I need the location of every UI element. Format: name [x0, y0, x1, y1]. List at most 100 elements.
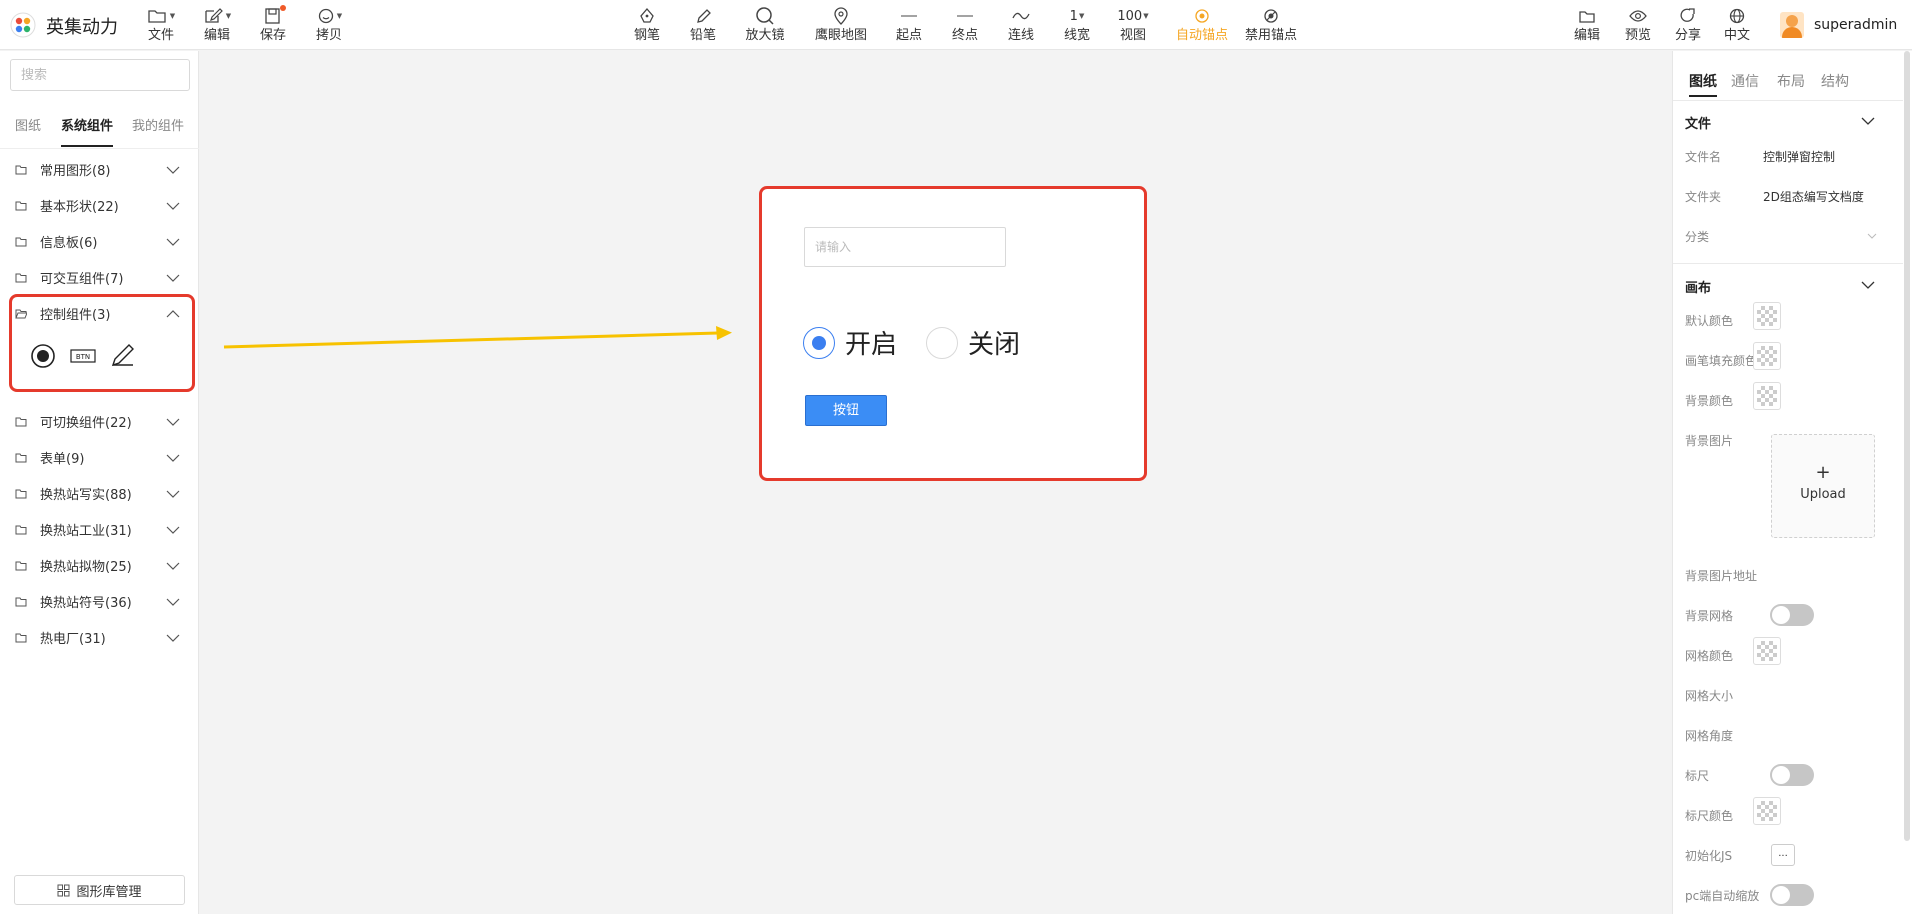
category-station-realistic[interactable]: 换热站写实(88) [0, 479, 199, 509]
tool-line-width[interactable]: 1 ▼ 线宽 [1047, 5, 1107, 44]
radio-off[interactable]: 关闭 [926, 324, 1020, 361]
tab-layout[interactable]: 布局 [1777, 71, 1805, 91]
tool-auto-anchor[interactable]: 自动锚点 [1172, 5, 1232, 44]
category-label: 基本形状(22) [40, 200, 119, 215]
btn-icon-text: BTN [76, 353, 90, 361]
map-pin-icon [834, 7, 848, 25]
tool-label: 视图 [1119, 28, 1146, 43]
tool-view[interactable]: 100 ▼ 视图 [1103, 5, 1163, 44]
ruler-label: 标尺 [1685, 769, 1710, 783]
tab-communication[interactable]: 通信 [1731, 71, 1759, 91]
tool-connect[interactable]: 连线 [991, 5, 1051, 44]
avatar [1780, 12, 1804, 38]
tool-pen[interactable]: 钢笔 [617, 5, 677, 44]
category-select-chevron-icon[interactable] [1867, 233, 1877, 239]
panel-scrollbar[interactable] [1904, 51, 1910, 841]
tool-label: 中文 [1723, 28, 1750, 43]
tab-drawings[interactable]: 图纸 [15, 117, 41, 147]
category-station-skeuomorphic[interactable]: 换热站拟物(25) [0, 551, 199, 581]
edit-mode-icon [1579, 11, 1595, 23]
folder-value[interactable]: 2D组态编写文档度 [1763, 188, 1864, 205]
component-radio[interactable] [28, 343, 58, 369]
category-label: 常用图形(8) [40, 164, 111, 179]
tool-edit[interactable]: ▼ 编辑 [187, 5, 247, 44]
tool-start-point[interactable]: 起点 [879, 5, 939, 44]
library-manage-button[interactable]: 图形库管理 [14, 875, 185, 905]
category-basic-shapes[interactable]: 基本形状(22) [0, 191, 199, 221]
bg-color-swatch[interactable] [1753, 382, 1781, 410]
folder-icon [15, 237, 27, 247]
bg-grid-toggle[interactable] [1770, 604, 1814, 626]
bg-grid-label: 背景网格 [1685, 609, 1734, 623]
category-station-industrial[interactable]: 换热站工业(31) [0, 515, 199, 545]
bg-image-url-label: 背景图片地址 [1685, 569, 1758, 583]
tool-save[interactable]: 保存 [243, 5, 303, 44]
tab-system-components[interactable]: 系统组件 [61, 117, 114, 147]
category-label: 热电厂(31) [40, 632, 106, 647]
tool-disable-anchor[interactable]: 禁用锚点 [1241, 5, 1301, 44]
tab-drawing[interactable]: 图纸 [1689, 71, 1717, 91]
category-interactive[interactable]: 可交互组件(7) [0, 263, 199, 293]
category-switchable[interactable]: 可切换组件(22) [0, 407, 199, 437]
tool-copy[interactable]: ▼ 拷贝 [299, 5, 359, 44]
user-menu[interactable]: superadmin [1780, 12, 1897, 38]
category-label: 信息板(6) [40, 236, 98, 251]
folder-icon [148, 10, 166, 23]
default-color-label: 默认颜色 [1685, 314, 1734, 328]
category-power-plant[interactable]: 热电厂(31) [0, 623, 199, 653]
pc-auto-zoom-label: pc端自动缩放 [1685, 889, 1760, 903]
app-window: 英集动力 ▼ 文件 ▼ 编辑 保存 ▼ 拷贝 钢笔 铅笔 放大镜 鹰眼地图 起点… [0, 0, 1912, 914]
tab-my-components[interactable]: 我的组件 [132, 117, 184, 147]
tool-end-point[interactable]: 终点 [935, 5, 995, 44]
category-common-shapes[interactable]: 常用图形(8) [0, 155, 199, 185]
category-station-symbols[interactable]: 换热站符号(36) [0, 587, 199, 617]
grid-color-swatch[interactable] [1753, 637, 1781, 665]
tool-label: 钢笔 [633, 28, 660, 43]
chevron-down-icon [166, 454, 180, 462]
username: superadmin [1814, 17, 1898, 33]
ruler-toggle[interactable] [1770, 764, 1814, 786]
tool-language[interactable]: 中文 [1707, 5, 1767, 44]
folder-icon [15, 561, 27, 571]
filename-value[interactable]: 控制弹窗控制 [1763, 148, 1835, 165]
canvas-button[interactable]: 按钮 [805, 395, 887, 426]
tool-eagle-map[interactable]: 鹰眼地图 [811, 5, 871, 44]
init-js-button[interactable]: ... [1771, 844, 1795, 866]
pc-auto-zoom-toggle[interactable] [1770, 884, 1814, 906]
tab-structure[interactable]: 结构 [1821, 71, 1849, 91]
tool-label: 拷贝 [315, 28, 342, 43]
pen-fill-color-swatch[interactable] [1753, 342, 1781, 370]
component-pen[interactable] [108, 343, 138, 369]
category-label: 可交互组件(7) [40, 272, 124, 287]
tool-pencil[interactable]: 铅笔 [673, 5, 733, 44]
tool-magnifier[interactable]: 放大镜 [735, 5, 795, 44]
tool-label: 铅笔 [689, 28, 716, 43]
default-color-swatch[interactable] [1753, 302, 1781, 330]
ruler-color-swatch[interactable] [1753, 797, 1781, 825]
btn-icon: BTN [70, 349, 96, 363]
pen-fill-color-label: 画笔填充颜色 [1685, 354, 1758, 368]
app-logo-icon [10, 12, 36, 38]
grid-size-label: 网格大小 [1685, 689, 1734, 703]
component-button[interactable]: BTN [68, 343, 98, 369]
section-file-title[interactable]: 文件 [1685, 113, 1711, 132]
section-canvas-title[interactable]: 画布 [1685, 277, 1711, 296]
chevron-down-icon[interactable] [1861, 281, 1875, 289]
filename-label: 文件名 [1685, 150, 1722, 164]
folder-icon [15, 201, 27, 211]
bg-image-label: 背景图片 [1685, 434, 1734, 448]
tool-file[interactable]: ▼ 文件 [131, 5, 191, 44]
magnifier-icon [756, 7, 774, 25]
category-forms[interactable]: 表单(9) [0, 443, 199, 473]
search-input[interactable] [10, 59, 190, 91]
chevron-down-icon [166, 202, 180, 210]
line-end-icon [957, 15, 973, 17]
canvas-widget-frame[interactable]: 开启 关闭 按钮 [759, 186, 1147, 481]
canvas-text-input[interactable] [804, 227, 1006, 267]
folder-icon [15, 489, 27, 499]
chevron-down-icon[interactable] [1861, 117, 1875, 125]
radio-on[interactable]: 开启 [803, 324, 897, 361]
category-info-board[interactable]: 信息板(6) [0, 227, 199, 257]
folder-icon [15, 273, 27, 283]
upload-dropzone[interactable]: + Upload [1771, 434, 1875, 538]
